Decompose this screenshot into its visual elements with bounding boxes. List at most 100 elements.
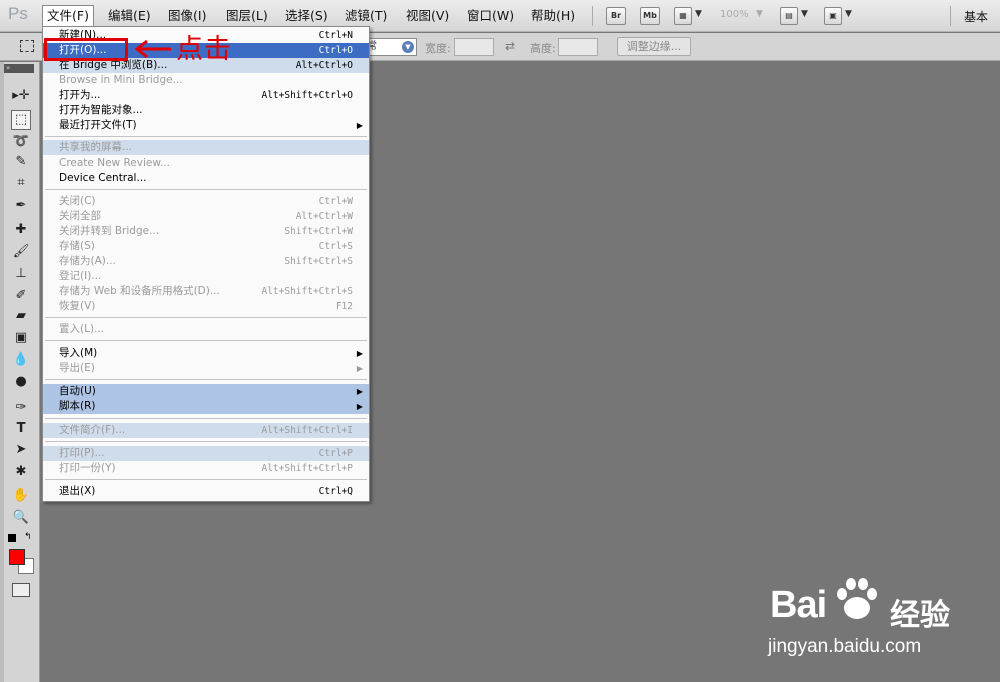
move-tool-icon[interactable]: ▸✛: [11, 86, 31, 106]
refine-edge-button[interactable]: 调整边缘...: [617, 37, 691, 56]
watermark-url: jingyan.baidu.com: [768, 636, 922, 657]
watermark-logo: Bai: [770, 584, 827, 626]
panel-collapse-icon[interactable]: »: [4, 64, 34, 73]
width-field[interactable]: [454, 38, 494, 56]
menu-exit[interactable]: 退出(X) Ctrl+Q: [43, 484, 369, 499]
menu-print: 打印(P)... Ctrl+P: [43, 446, 369, 461]
height-field[interactable]: [558, 38, 598, 56]
menu-close: 关闭(C) Ctrl+W: [59, 195, 353, 207]
menubar-divider: [592, 6, 593, 26]
menu-help[interactable]: 帮助(H): [527, 6, 579, 26]
swap-colors-icon[interactable]: ↰: [24, 532, 32, 542]
menu-layer[interactable]: 图层(L): [222, 6, 272, 26]
menu-device-central[interactable]: Device Central...: [43, 171, 369, 186]
marquee-tool-icon[interactable]: ⬚: [11, 110, 31, 130]
brush-tool-icon[interactable]: 🖌: [11, 242, 31, 262]
menu-image[interactable]: 图像(I): [164, 6, 210, 26]
quick-selection-tool-icon[interactable]: ✎: [11, 152, 31, 172]
menu-open-smart-object[interactable]: 打开为智能对象...: [43, 103, 369, 118]
menu-save-as: 存储为(A)... Shift+Ctrl+S: [59, 255, 353, 267]
menu-close-all: 关闭全部 Alt+Ctrl+W: [59, 210, 353, 222]
menu-select[interactable]: 选择(S): [281, 6, 332, 26]
menu-recent-files[interactable]: 最近打开文件(T) ▶: [43, 118, 369, 133]
quick-mask-icon[interactable]: [12, 583, 30, 597]
photoshop-window: Ps 文件(F) 编辑(E) 图像(I) 图层(L) 选择(S) 滤镜(T) 视…: [0, 0, 1000, 682]
extras-icon[interactable]: ▦: [674, 7, 692, 25]
bridge-button[interactable]: Br: [606, 7, 626, 25]
menu-divider: [45, 317, 367, 318]
default-colors-icon[interactable]: [8, 534, 16, 542]
eyedropper-tool-icon[interactable]: ✒: [11, 196, 31, 216]
menu-window[interactable]: 窗口(W): [463, 6, 518, 26]
chevron-down-icon[interactable]: ▼: [801, 9, 808, 19]
menu-place: 置入(L)...: [59, 323, 105, 335]
menu-divider: [45, 340, 367, 341]
gradient-tool-icon[interactable]: ▣: [11, 328, 31, 348]
submenu-arrow-icon: ▶: [356, 121, 363, 130]
menu-revert: 恢复(V) F12: [59, 300, 353, 312]
zoom-level[interactable]: 100%: [720, 9, 749, 20]
menu-export: 导出(E) ▶: [59, 362, 363, 374]
eraser-tool-icon[interactable]: ▰: [11, 306, 31, 326]
annotation-text: 点击: [176, 34, 232, 65]
shape-tool-icon[interactable]: ✱: [11, 462, 31, 482]
stamp-tool-icon[interactable]: ⊥: [11, 264, 31, 284]
menu-divider: [45, 189, 367, 190]
foreground-color-swatch[interactable]: [9, 549, 25, 565]
menu-file[interactable]: 文件(F): [42, 5, 94, 27]
menu-import[interactable]: 导入(M) ▶: [43, 346, 369, 361]
chevron-down-icon[interactable]: ▼: [756, 9, 763, 19]
hand-tool-icon[interactable]: ✋: [11, 486, 31, 506]
blur-tool-icon[interactable]: 💧: [11, 350, 31, 370]
pen-tool-icon[interactable]: ✑: [11, 398, 31, 418]
menu-view[interactable]: 视图(V): [402, 6, 453, 26]
menu-create-review: Create New Review...: [59, 157, 170, 169]
chevron-down-icon[interactable]: ▼: [845, 9, 852, 19]
menu-automate[interactable]: 自动(U) ▶: [43, 384, 369, 399]
annotation-highlight-box: [44, 38, 128, 61]
ps-logo: Ps: [8, 4, 28, 23]
tools-panel-edge: [0, 62, 4, 682]
submenu-arrow-icon: ▶: [356, 402, 363, 411]
menu-divider: [45, 418, 367, 419]
type-tool-icon[interactable]: T: [11, 419, 31, 439]
mini-bridge-button[interactable]: Mb: [640, 7, 660, 25]
screen-mode-icon[interactable]: ▣: [824, 7, 842, 25]
chevron-down-icon: ▼: [402, 41, 414, 53]
menu-check-in: 登记(I)...: [59, 270, 102, 282]
chevron-down-icon[interactable]: ▼: [695, 9, 702, 19]
menu-divider: [45, 136, 367, 137]
width-label: 宽度:: [425, 42, 451, 55]
menu-scripts[interactable]: 脚本(R) ▶: [43, 399, 369, 414]
menubar-divider: [950, 6, 951, 26]
menu-close-go-bridge: 关闭并转到 Bridge... Shift+Ctrl+W: [59, 225, 353, 237]
menu-filter[interactable]: 滤镜(T): [341, 6, 391, 26]
menu-save: 存储(S) Ctrl+S: [59, 240, 353, 252]
menu-edit[interactable]: 编辑(E): [104, 6, 155, 26]
crop-tool-icon[interactable]: ⌗: [11, 173, 31, 193]
watermark-jingyan: 经验: [890, 598, 950, 633]
file-menu: 新建(N)... Ctrl+N 打开(O)... Ctrl+O 在 Bridge 中…: [42, 26, 370, 502]
lasso-tool-icon[interactable]: ➰: [11, 132, 31, 152]
path-selection-icon[interactable]: ➤: [11, 440, 31, 460]
submenu-arrow-icon: ▶: [356, 387, 363, 396]
healing-brush-icon[interactable]: ✚: [11, 220, 31, 240]
menu-print-one-copy: 打印一份(Y) Alt+Shift+Ctrl+P: [59, 462, 353, 474]
zoom-tool-icon[interactable]: 🔍: [11, 508, 31, 528]
tools-panel: » ▸✛ ⬚ ➰ ✎ ⌗ ✒ ✚ 🖌 ⊥ ✐ ▰ ▣ 💧 ● ✑ T ➤ ✱ ✋…: [0, 62, 40, 682]
history-brush-icon[interactable]: ✐: [11, 286, 31, 306]
marquee-preset-icon[interactable]: [20, 40, 34, 52]
menu-file-info: 文件简介(F)... Alt+Shift+Ctrl+I: [43, 423, 369, 438]
swap-icon[interactable]: ⇄: [505, 39, 515, 53]
menu-save-for-web: 存储为 Web 和设备所用格式(D)... Alt+Shift+Ctrl+S: [59, 285, 353, 297]
height-label: 高度:: [530, 42, 556, 55]
paw-logo-icon: [837, 578, 877, 619]
workspace-switcher[interactable]: 基本: [964, 8, 988, 25]
arrange-icon[interactable]: ▤: [780, 7, 798, 25]
submenu-arrow-icon: ▶: [356, 349, 363, 358]
dodge-tool-icon[interactable]: ●: [11, 372, 31, 392]
menu-open-as[interactable]: 打开为... Alt+Shift+Ctrl+O: [43, 88, 369, 103]
submenu-arrow-icon: ▶: [356, 364, 363, 373]
menu-divider: [45, 479, 367, 480]
menu-share-screen: 共享我的屏幕...: [43, 140, 369, 155]
